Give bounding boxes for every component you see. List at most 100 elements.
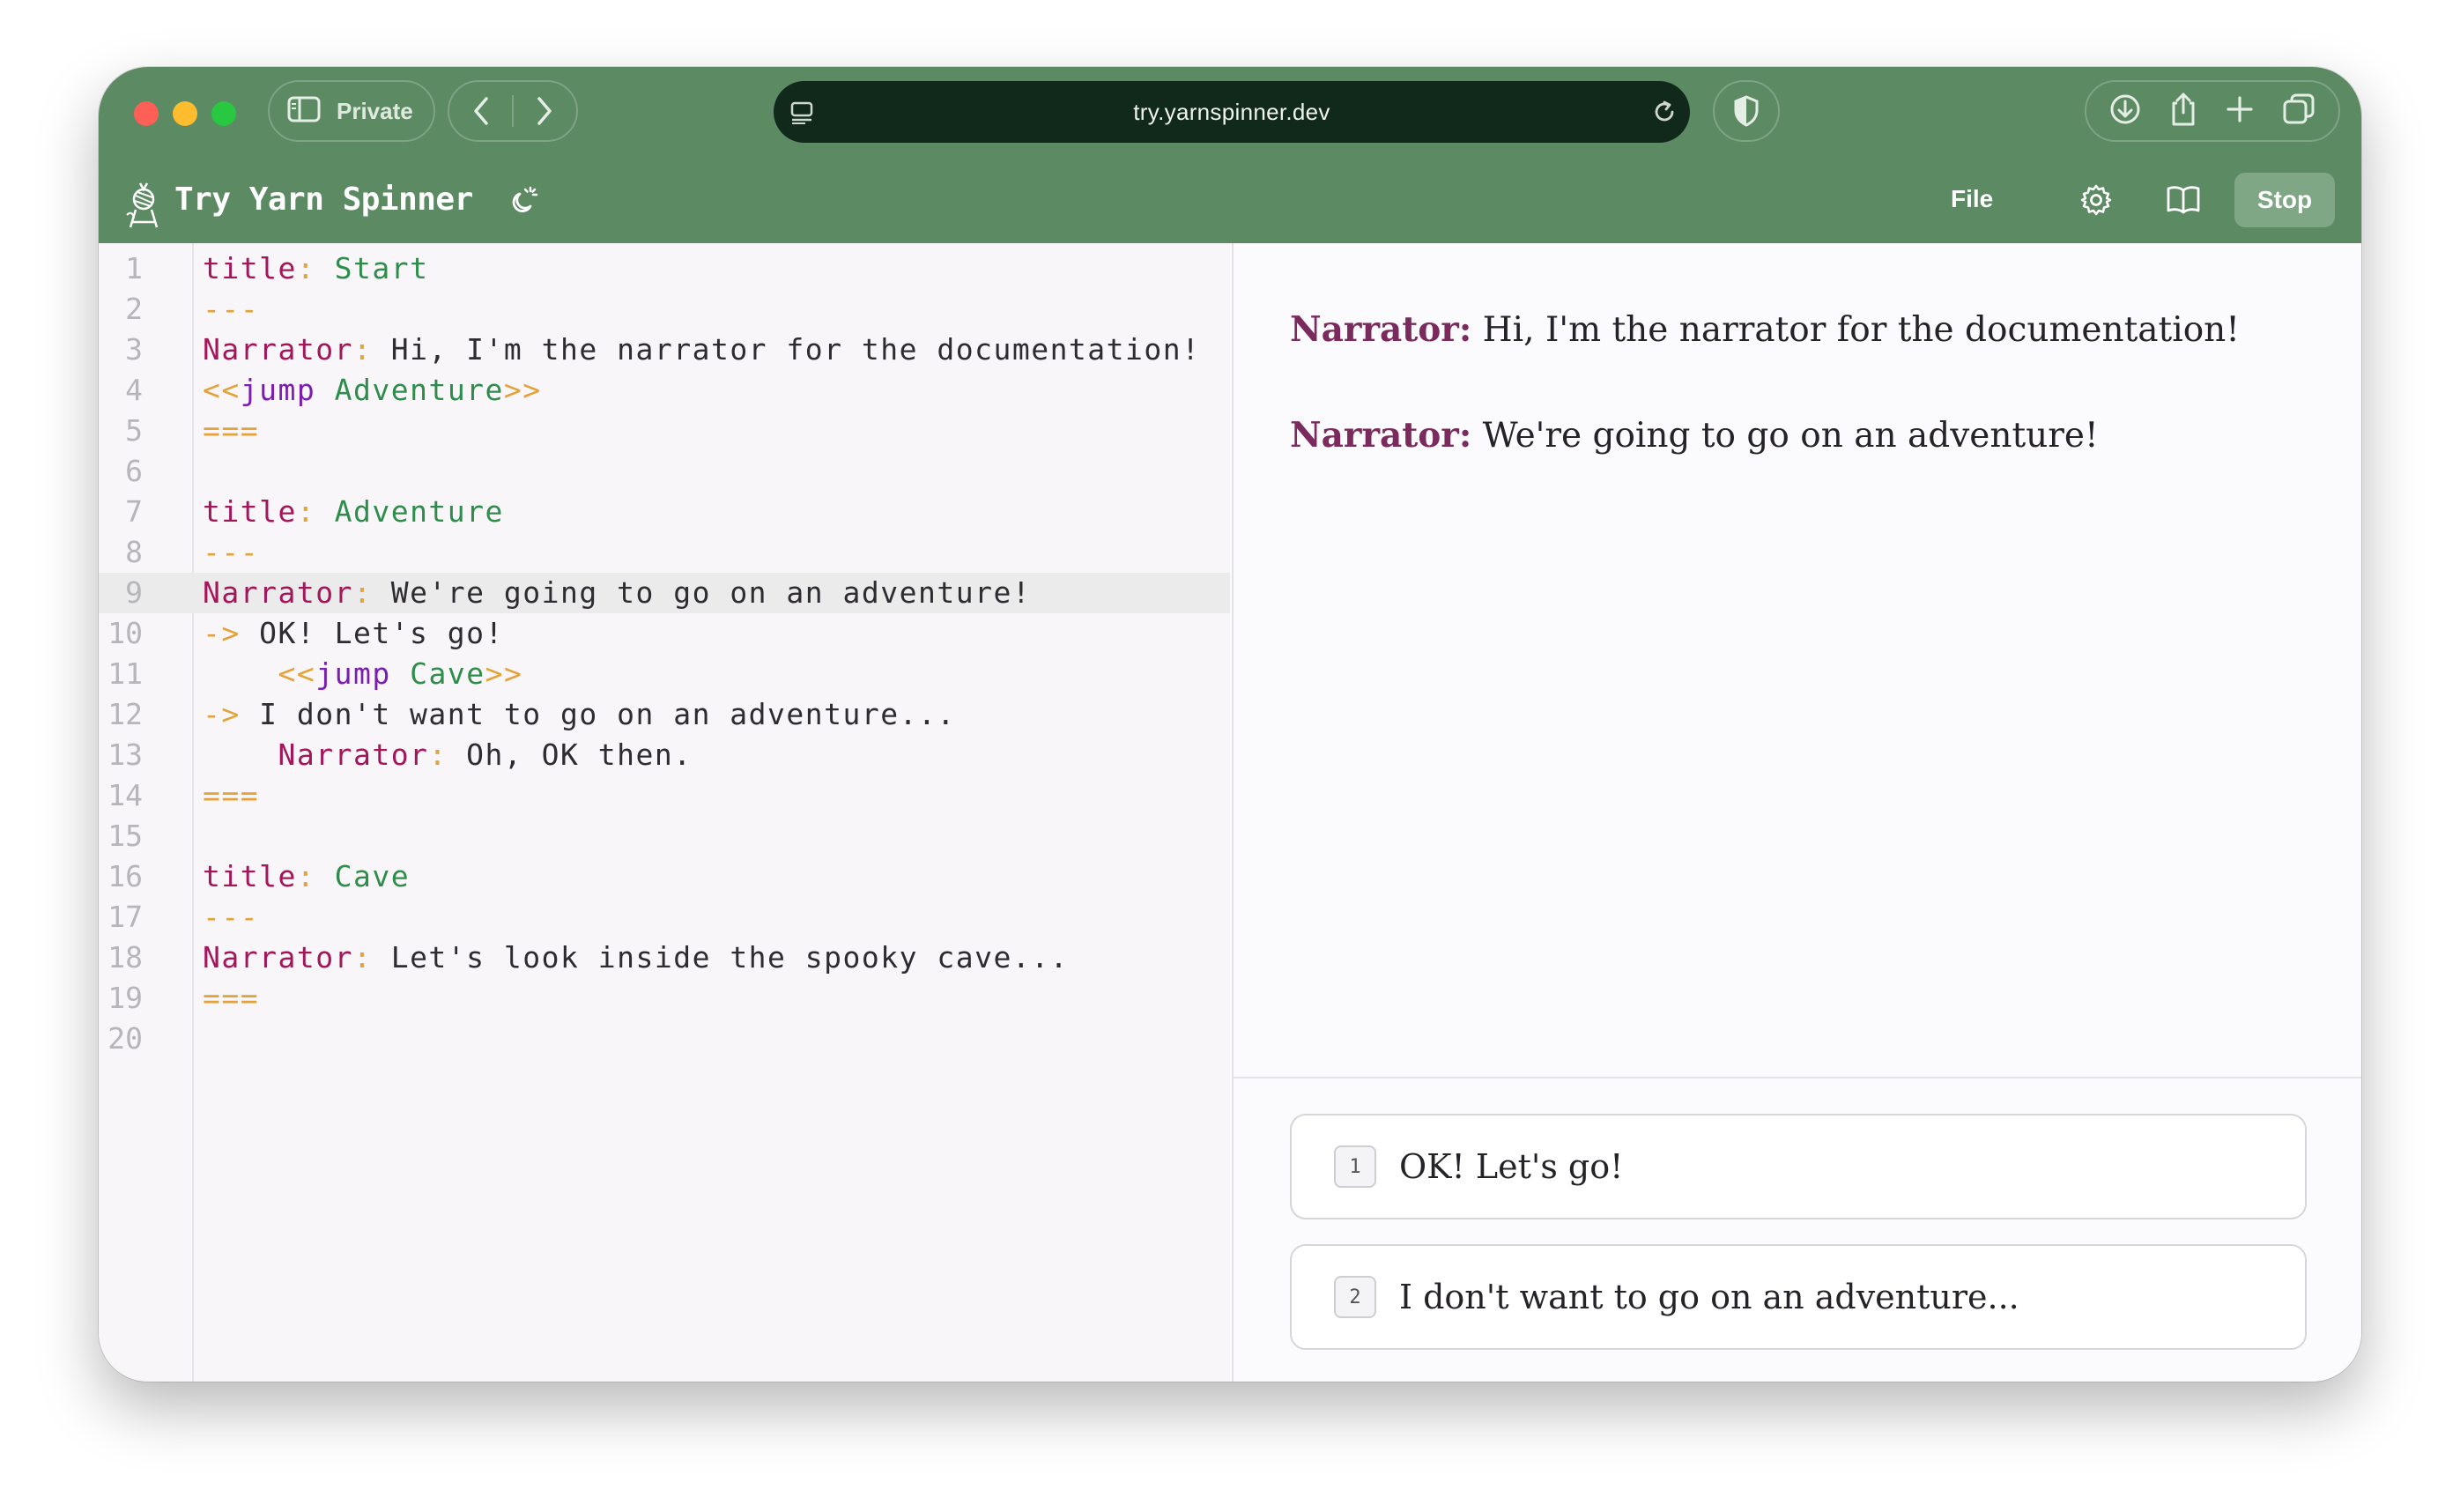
- line-number: 11: [107, 656, 143, 691]
- dialogue-line: Narrator: We're going to go on an advent…: [1290, 411, 2099, 461]
- line-number: 4: [125, 373, 143, 407]
- code-line: 15: [99, 816, 1230, 856]
- line-number: 10: [107, 616, 143, 650]
- private-sidebar-button[interactable]: Private: [268, 80, 435, 142]
- theme-toggle-icon[interactable]: [506, 183, 541, 223]
- share-icon[interactable]: [2168, 92, 2198, 131]
- privacy-report-button[interactable]: [1713, 80, 1780, 142]
- code-line: 19 ===: [99, 978, 1230, 1019]
- reload-icon[interactable]: [1651, 99, 1678, 130]
- code-line: 3 Narrator: Hi, I'm the narrator for the …: [99, 330, 1230, 370]
- line-number: 8: [125, 535, 143, 569]
- line-number: 15: [107, 819, 143, 853]
- code-line: 18 Narrator: Let's look inside the spooky…: [99, 938, 1230, 978]
- code-line: 11 <<jump Cave>>: [99, 654, 1230, 694]
- code-line: 7 title: Adventure: [99, 492, 1230, 532]
- code-line: 10 -> OK! Let's go!: [99, 613, 1230, 654]
- back-button[interactable]: [449, 82, 512, 140]
- speaker-name: Narrator:: [1290, 415, 1472, 456]
- line-number: 7: [125, 494, 143, 529]
- line-number: 17: [107, 900, 143, 934]
- browser-toolbar: Private try.yarnspinner.dev Try Yarn Spi…: [99, 67, 2361, 243]
- line-number: 6: [125, 454, 143, 488]
- code-text: Narrator: Let's look inside the spooky c…: [203, 940, 1069, 975]
- navigation-buttons: [448, 80, 578, 142]
- code-line: 13 Narrator: Oh, OK then.: [99, 735, 1230, 775]
- line-number: 19: [107, 981, 143, 1015]
- sidebar-icon: [287, 96, 321, 127]
- code-line: 8 ---: [99, 532, 1230, 573]
- code-text: ---: [203, 535, 260, 569]
- line-number: 20: [107, 1021, 143, 1056]
- option-button-2[interactable]: 2 I don't want to go on an adventure...: [1290, 1244, 2307, 1350]
- code-line: 5 ===: [99, 411, 1230, 451]
- chevron-right-icon: [537, 97, 552, 125]
- code-text: title: Adventure: [203, 494, 504, 529]
- code-text: Narrator: Oh, OK then.: [278, 737, 693, 772]
- line-number: 18: [107, 940, 143, 975]
- code-line: 6: [99, 451, 1230, 492]
- code-line: 1 title: Start: [99, 248, 1230, 289]
- forward-button[interactable]: [514, 82, 576, 140]
- downloads-icon[interactable]: [2108, 93, 2142, 130]
- code-line: 16 title: Cave: [99, 856, 1230, 897]
- file-menu-button[interactable]: File: [1951, 185, 1993, 213]
- code-text: ===: [203, 981, 260, 1015]
- settings-gear-icon[interactable]: [2079, 183, 2113, 221]
- line-number: 5: [125, 413, 143, 448]
- code-text: ===: [203, 413, 260, 448]
- option-button-1[interactable]: 1 OK! Let's go!: [1290, 1114, 2307, 1219]
- url-text: try.yarnspinner.dev: [1133, 98, 1330, 125]
- code-text: -> I don't want to go on an adventure...: [203, 697, 956, 731]
- dialogue-text: We're going to go on an adventure!: [1471, 416, 2099, 456]
- line-number: 16: [107, 859, 143, 893]
- line-number: 12: [107, 697, 143, 731]
- line-number: 9: [125, 575, 143, 610]
- browser-tools: [2085, 80, 2340, 142]
- line-number: 2: [125, 292, 143, 326]
- code-text: <<jump Adventure>>: [203, 373, 542, 407]
- documentation-book-icon[interactable]: [2166, 183, 2201, 219]
- code-text: <<jump Cave>>: [278, 656, 523, 691]
- new-tab-icon[interactable]: [2225, 94, 2255, 129]
- code-text: ---: [203, 900, 260, 934]
- app-title: Try Yarn Spinner: [174, 182, 473, 218]
- code-line: 4 <<jump Adventure>>: [99, 370, 1230, 411]
- shield-icon: [1734, 95, 1759, 127]
- speaker-name: Narrator:: [1290, 309, 1472, 350]
- code-line-active: 9 Narrator: We're going to go on an adven…: [99, 573, 1230, 613]
- code-text: ===: [203, 778, 260, 812]
- private-label: Private: [337, 97, 413, 124]
- code-text: Narrator: Hi, I'm the narrator for the d…: [203, 332, 1201, 367]
- code-text: Narrator: We're going to go on an advent…: [203, 575, 1032, 610]
- stop-button[interactable]: Stop: [2234, 173, 2335, 227]
- close-window-button[interactable]: [134, 101, 159, 126]
- code-line: 20: [99, 1019, 1230, 1059]
- options-divider: [1234, 1077, 2361, 1078]
- line-number: 13: [107, 737, 143, 772]
- option-text: OK! Let's go!: [1399, 1147, 1624, 1186]
- code-line: 12 -> I don't want to go on an adventure.…: [99, 694, 1230, 735]
- minimize-window-button[interactable]: [173, 101, 197, 126]
- code-text: -> OK! Let's go!: [203, 616, 504, 650]
- address-bar[interactable]: try.yarnspinner.dev: [774, 81, 1690, 143]
- site-settings-icon[interactable]: [789, 100, 816, 130]
- line-number: 3: [125, 332, 143, 367]
- code-text: title: Start: [203, 251, 429, 285]
- line-number: 14: [107, 778, 143, 812]
- line-number: 1: [125, 251, 143, 285]
- option-number-badge: 1: [1334, 1145, 1376, 1188]
- code-text: title: Cave: [203, 859, 411, 893]
- code-text: ---: [203, 292, 260, 326]
- dialogue-preview-panel: Narrator: Hi, I'm the narrator for the d…: [1232, 243, 2361, 1382]
- zoom-window-button[interactable]: [211, 101, 236, 126]
- tab-overview-icon[interactable]: [2281, 93, 2316, 130]
- browser-window: Private try.yarnspinner.dev Try Yarn Spi…: [99, 67, 2361, 1382]
- dialogue-line: Narrator: Hi, I'm the narrator for the d…: [1290, 305, 2240, 355]
- option-number-badge: 2: [1334, 1276, 1376, 1318]
- code-editor[interactable]: 1 title: Start 2 --- 3 Narrator: Hi, I'm th…: [99, 243, 1230, 1382]
- code-line: 14 ===: [99, 775, 1230, 816]
- app-header: Try Yarn Spinner File Stop: [99, 166, 2361, 243]
- option-text: I don't want to go on an adventure...: [1399, 1278, 2019, 1316]
- code-line: 2 ---: [99, 289, 1230, 330]
